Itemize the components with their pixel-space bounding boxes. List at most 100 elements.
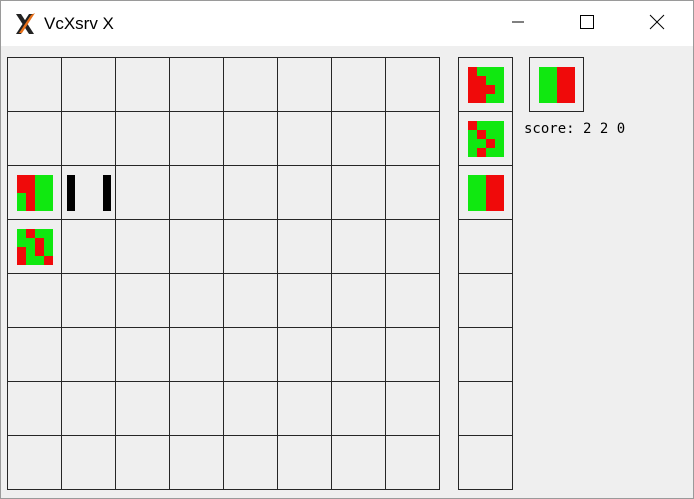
color-piece (468, 67, 504, 103)
board-cell[interactable] (331, 435, 386, 490)
board-cell[interactable] (169, 111, 224, 166)
piece-square (495, 67, 504, 76)
board-cell[interactable] (115, 435, 170, 490)
board-cell[interactable] (331, 381, 386, 436)
piece-square (35, 184, 44, 193)
piece-square (17, 247, 26, 256)
board-cell[interactable] (331, 327, 386, 382)
board-cell[interactable] (385, 165, 440, 220)
board-cell[interactable] (115, 165, 170, 220)
board-cell[interactable] (331, 219, 386, 274)
board-cell[interactable] (331, 165, 386, 220)
board-cell[interactable] (61, 327, 116, 382)
board-cell[interactable] (169, 435, 224, 490)
board-cell[interactable] (223, 111, 278, 166)
piece-square (17, 184, 26, 193)
piece-square (495, 130, 504, 139)
board-cell[interactable] (169, 57, 224, 112)
board-cell[interactable] (277, 219, 332, 274)
board-cell[interactable] (7, 273, 62, 328)
board-cell[interactable] (385, 273, 440, 328)
board-cell[interactable] (277, 327, 332, 382)
board-cell[interactable] (277, 57, 332, 112)
board-cell[interactable] (61, 165, 116, 220)
piece-square (486, 121, 495, 130)
board-cell[interactable] (115, 381, 170, 436)
board-cell[interactable] (385, 111, 440, 166)
piece-square (486, 193, 495, 202)
piece-square (468, 94, 477, 103)
piece-square (548, 76, 557, 85)
board-cell[interactable] (7, 165, 62, 220)
piece-square (44, 238, 53, 247)
color-piece (468, 175, 504, 211)
piece-square (566, 94, 575, 103)
piece-square (468, 175, 477, 184)
board-cell[interactable] (169, 219, 224, 274)
piece-square (44, 247, 53, 256)
board-cell[interactable] (331, 57, 386, 112)
board-cell[interactable] (7, 57, 62, 112)
board-cell[interactable] (277, 381, 332, 436)
board-cell[interactable] (169, 165, 224, 220)
piece-square (468, 148, 477, 157)
board-cell[interactable] (115, 219, 170, 274)
board-cell[interactable] (61, 435, 116, 490)
board-cell[interactable] (115, 273, 170, 328)
board-cell[interactable] (61, 57, 116, 112)
board-cell[interactable] (169, 273, 224, 328)
board-cell[interactable] (7, 381, 62, 436)
board-cell[interactable] (223, 435, 278, 490)
board-cell[interactable] (61, 273, 116, 328)
board-cell[interactable] (331, 273, 386, 328)
board-cell[interactable] (223, 273, 278, 328)
board-cell[interactable] (61, 219, 116, 274)
board-cell[interactable] (385, 57, 440, 112)
board-cell[interactable] (7, 435, 62, 490)
board-cell[interactable] (115, 111, 170, 166)
board-cell[interactable] (385, 327, 440, 382)
board-cell[interactable] (277, 273, 332, 328)
piece-square (557, 76, 566, 85)
piece-square (468, 121, 477, 130)
board-cell[interactable] (7, 111, 62, 166)
board-cell[interactable] (385, 435, 440, 490)
board-cell[interactable] (7, 219, 62, 274)
board-cell[interactable] (277, 435, 332, 490)
board-cell[interactable] (61, 381, 116, 436)
queue-cell (458, 165, 513, 220)
board-cell[interactable] (169, 381, 224, 436)
board-cell[interactable] (115, 327, 170, 382)
wall-bar (103, 175, 111, 211)
piece-square (44, 229, 53, 238)
title-bar[interactable]: VcXsrv X (1, 1, 693, 46)
board-cell[interactable] (223, 219, 278, 274)
board-cell[interactable] (115, 57, 170, 112)
piece-square (495, 148, 504, 157)
board-cell[interactable] (385, 219, 440, 274)
piece-square (486, 139, 495, 148)
board-cell[interactable] (7, 327, 62, 382)
maximize-button[interactable] (564, 1, 610, 46)
x-logo-icon (13, 12, 37, 36)
board-cell[interactable] (331, 111, 386, 166)
piece-square (477, 121, 486, 130)
close-button[interactable] (634, 1, 680, 46)
board-cell[interactable] (277, 111, 332, 166)
board-cell[interactable] (223, 381, 278, 436)
piece-square (44, 175, 53, 184)
board-cell[interactable] (223, 57, 278, 112)
board-cell[interactable] (385, 381, 440, 436)
board-cell[interactable] (169, 327, 224, 382)
board-cell[interactable] (223, 165, 278, 220)
piece-square (468, 193, 477, 202)
board-cell[interactable] (61, 111, 116, 166)
piece-square (557, 67, 566, 76)
board-cell[interactable] (223, 327, 278, 382)
board-cell[interactable] (277, 165, 332, 220)
piece-square (17, 202, 26, 211)
piece-square (495, 193, 504, 202)
piece-square (486, 184, 495, 193)
piece-square (35, 193, 44, 202)
minimize-button[interactable] (495, 1, 541, 46)
